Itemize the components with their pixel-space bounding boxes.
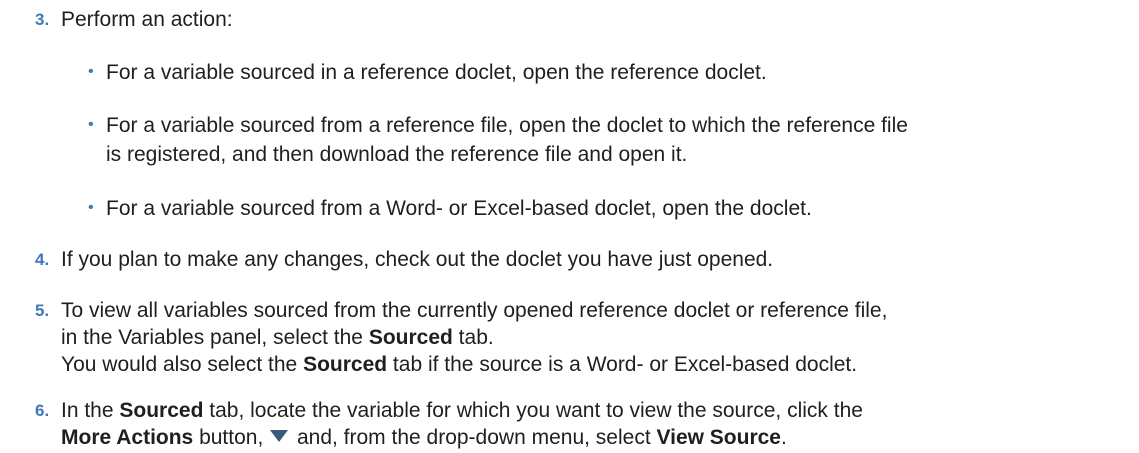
bullet-icon: •: [88, 63, 94, 80]
document-body: 3. Perform an action: • For a variable s…: [0, 0, 1139, 453]
tab-name-sourced: Sourced: [119, 399, 204, 422]
step-text: In the Sourced tab, locate the variable …: [61, 399, 863, 422]
bullet-text: For a variable sourced from a Word- or E…: [106, 197, 812, 220]
bullet-text: is registered, and then download the ref…: [106, 143, 688, 166]
tab-name-sourced: Sourced: [303, 353, 388, 376]
bullet-text: For a variable sourced from a reference …: [106, 114, 908, 137]
tab-name-sourced: Sourced: [368, 326, 453, 349]
step-text: You would also select the Sourced tab if…: [61, 353, 858, 376]
step-text: To view all variables sourced from the c…: [61, 299, 888, 322]
button-name-more-actions: More Actions: [61, 426, 194, 449]
step-text: Perform an action:: [61, 8, 233, 31]
step-number: 4.: [35, 250, 50, 269]
bullet-text: For a variable sourced in a reference do…: [106, 61, 767, 84]
bullet-icon: •: [88, 199, 94, 216]
menu-item-name-view-source: View Source: [656, 426, 781, 449]
step-number: 3.: [35, 10, 50, 29]
step-text: in the Variables panel, select the Sourc…: [61, 326, 494, 349]
step-text: More Actions button, and, from the drop-…: [61, 426, 787, 449]
step-text: If you plan to make any changes, check o…: [61, 248, 774, 271]
step-number: 5.: [35, 301, 50, 320]
bullet-icon: •: [88, 116, 94, 133]
dropdown-triangle-icon: [270, 430, 289, 442]
step-number: 6.: [35, 401, 50, 420]
